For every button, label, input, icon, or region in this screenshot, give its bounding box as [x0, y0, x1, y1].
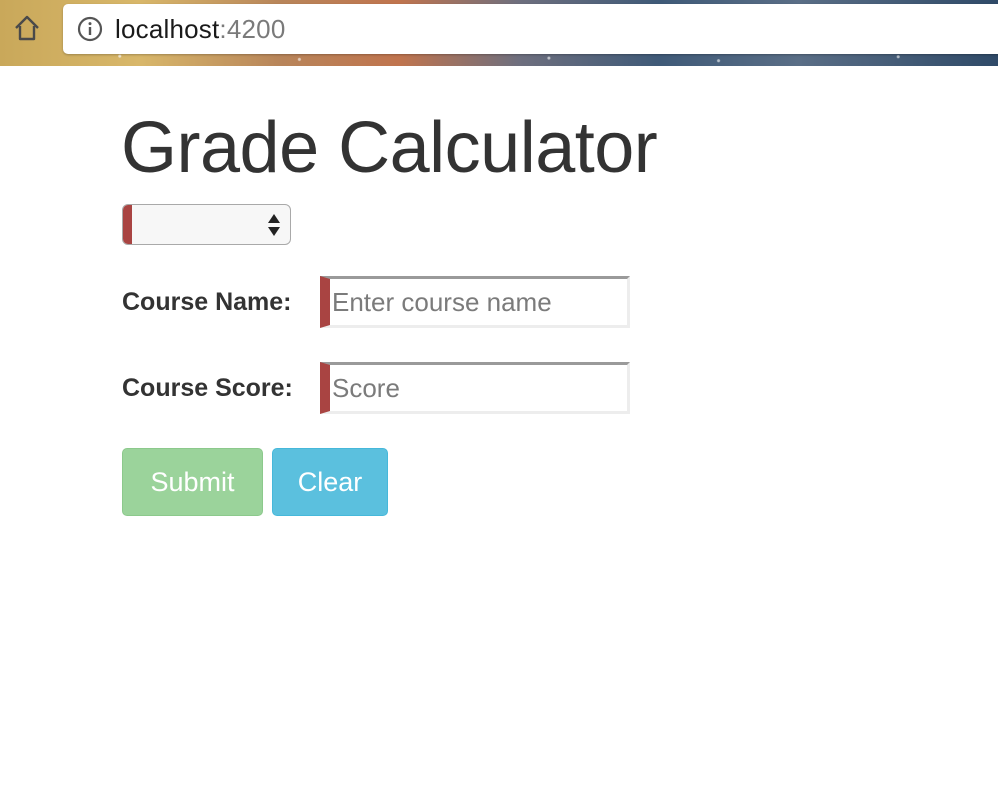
submit-button[interactable]: Submit [122, 448, 263, 516]
course-score-input[interactable] [320, 362, 630, 414]
url-text: localhost:4200 [115, 14, 286, 45]
course-select[interactable] [122, 204, 291, 245]
course-name-label: Course Name: [122, 288, 292, 316]
home-button[interactable] [8, 12, 46, 48]
page-title: Grade Calculator [121, 108, 658, 188]
url-host: localhost [115, 13, 220, 44]
browser-toolbar: localhost:4200 [0, 0, 998, 66]
course-score-label: Course Score: [122, 374, 293, 402]
select-arrows-icon [267, 213, 281, 237]
url-port: :4200 [219, 13, 286, 44]
home-icon [12, 13, 42, 48]
address-bar[interactable]: localhost:4200 [63, 4, 998, 54]
clear-button[interactable]: Clear [272, 448, 388, 516]
info-icon[interactable] [77, 16, 103, 42]
course-name-input[interactable] [320, 276, 630, 328]
validation-indicator [123, 205, 132, 244]
